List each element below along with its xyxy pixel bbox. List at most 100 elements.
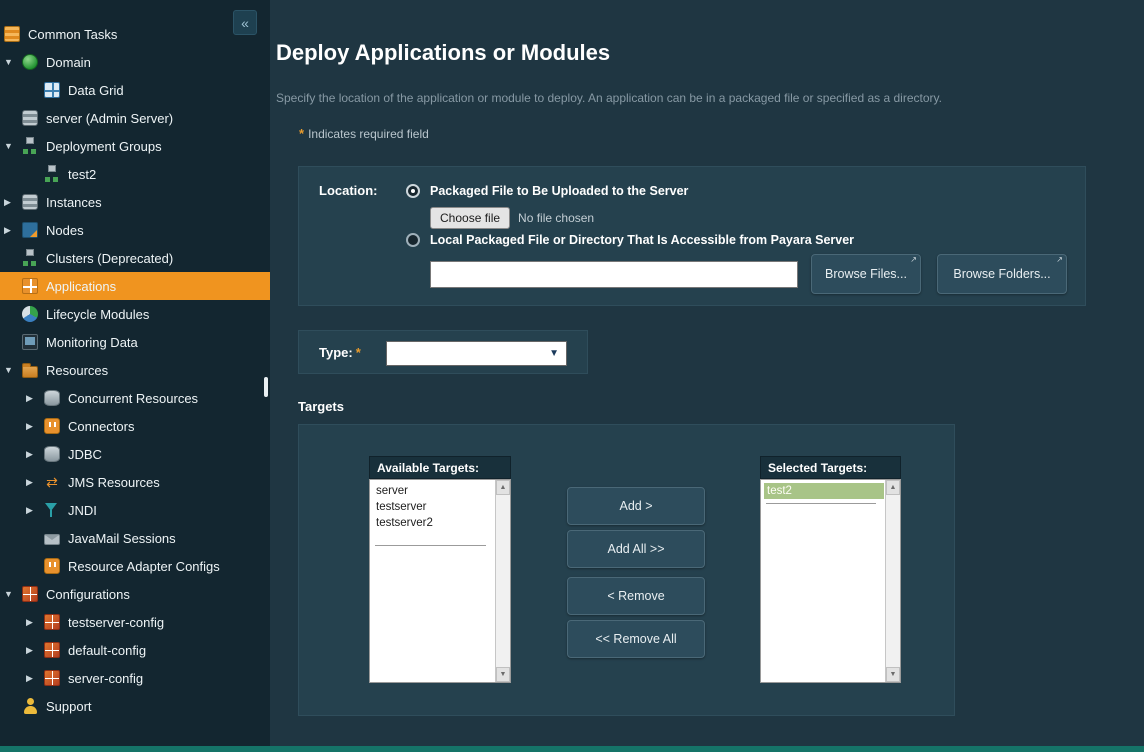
folder-icon — [22, 366, 38, 378]
tree-toggle-icon[interactable]: ▶ — [4, 197, 22, 208]
selected-targets-list[interactable]: test2 ▲ ▼ — [760, 479, 901, 683]
path-input[interactable] — [430, 261, 798, 288]
sidebar-item-label: JMS Resources — [68, 475, 160, 490]
sidebar-item-label: JDBC — [68, 447, 102, 462]
sidebar-item-label: server (Admin Server) — [46, 111, 173, 126]
required-star-icon: * — [356, 345, 361, 360]
upload-file-radio[interactable] — [406, 184, 420, 198]
local-option-label: Local Packaged File or Directory That Is… — [430, 233, 854, 247]
sidebar-item-data-grid[interactable]: Data Grid — [0, 76, 270, 104]
globe-icon — [22, 54, 38, 70]
sidebar-item-label: default-config — [68, 643, 146, 658]
sidebar-item-label: Data Grid — [68, 83, 124, 98]
sidebar-item-label: Lifecycle Modules — [46, 307, 149, 322]
sidebar-item-label: Common Tasks — [28, 27, 117, 42]
browse-folders-label: Browse Folders... — [953, 267, 1050, 281]
sidebar-item-testserver-config[interactable]: ▶ testserver-config — [0, 608, 270, 636]
file-upload-row: Choose file No file chosen — [430, 207, 594, 229]
list-divider — [766, 503, 876, 504]
tree-toggle-icon[interactable]: ▼ — [4, 141, 22, 151]
sidebar-item-clusters-deprecated[interactable]: Clusters (Deprecated) — [0, 244, 270, 272]
sidebar-item-jms-resources[interactable]: ▶ JMS Resources — [0, 468, 270, 496]
browse-folders-button[interactable]: Browse Folders... ↗ — [937, 254, 1067, 294]
target-option[interactable]: testserver — [373, 499, 494, 515]
sidebar-item-connectors[interactable]: ▶ Connectors — [0, 412, 270, 440]
tree-toggle-icon[interactable]: ▶ — [26, 421, 44, 432]
type-select[interactable]: ▼ — [386, 341, 567, 366]
required-note: *Indicates required field — [299, 126, 429, 141]
sidebar-item-lifecycle-modules[interactable]: Lifecycle Modules — [0, 300, 270, 328]
targets-buttons: Add > Add All >> < Remove << Remove All — [567, 487, 705, 663]
choose-file-button[interactable]: Choose file — [430, 207, 510, 229]
sidebar-item-default-config[interactable]: ▶ default-config — [0, 636, 270, 664]
sidebar-item-common-tasks[interactable]: Common Tasks — [0, 20, 270, 48]
tree-toggle-icon[interactable]: ▼ — [4, 589, 22, 599]
page-title: Deploy Applications or Modules — [276, 40, 610, 66]
mail-icon — [44, 534, 60, 545]
tree-toggle-icon[interactable]: ▶ — [4, 225, 22, 236]
monitor-icon — [22, 334, 38, 350]
add-button[interactable]: Add > — [567, 487, 705, 525]
page-description: Specify the location of the application … — [276, 91, 942, 105]
sidebar-item-support[interactable]: Support — [0, 692, 270, 720]
scroll-down-icon[interactable]: ▼ — [886, 667, 900, 682]
footer-accent-bar — [0, 746, 1144, 752]
sidebar-item-server-admin-server[interactable]: server (Admin Server) — [0, 104, 270, 132]
sidebar-item-jndi[interactable]: ▶ JNDI — [0, 496, 270, 524]
available-list-scrollbar[interactable]: ▲ ▼ — [495, 480, 510, 682]
scroll-track[interactable] — [496, 495, 510, 667]
tree-toggle-icon[interactable]: ▶ — [26, 505, 44, 516]
available-targets-list[interactable]: servertestservertestserver2 ▲ ▼ — [369, 479, 511, 683]
selected-list-scrollbar[interactable]: ▲ ▼ — [885, 480, 900, 682]
sidebar-item-instances[interactable]: ▶ Instances — [0, 188, 270, 216]
sidebar-item-label: test2 — [68, 167, 96, 182]
target-option[interactable]: testserver2 — [373, 515, 494, 531]
file-chosen-status: No file chosen — [518, 211, 594, 225]
grid-icon — [44, 82, 60, 98]
target-option[interactable]: test2 — [764, 483, 884, 499]
db-icon — [44, 446, 60, 462]
available-targets-label: Available Targets: — [369, 456, 511, 479]
sidebar-item-concurrent-resources[interactable]: ▶ Concurrent Resources — [0, 384, 270, 412]
tree-toggle-icon[interactable]: ▼ — [4, 365, 22, 375]
tree-toggle-icon[interactable]: ▼ — [4, 57, 22, 67]
tree-toggle-icon[interactable]: ▶ — [26, 449, 44, 460]
sidebar-item-nodes[interactable]: ▶ Nodes — [0, 216, 270, 244]
scroll-track[interactable] — [886, 495, 900, 667]
browse-files-label: Browse Files... — [825, 267, 907, 281]
browse-files-button[interactable]: Browse Files... ↗ — [811, 254, 921, 294]
remove-button[interactable]: < Remove — [567, 577, 705, 615]
sidebar-item-server-config[interactable]: ▶ server-config — [0, 664, 270, 692]
remove-all-button[interactable]: << Remove All — [567, 620, 705, 658]
tree-toggle-icon[interactable]: ▶ — [26, 393, 44, 404]
sidebar-item-configurations[interactable]: ▼ Configurations — [0, 580, 270, 608]
scroll-up-icon[interactable]: ▲ — [886, 480, 900, 495]
scroll-down-icon[interactable]: ▼ — [496, 667, 510, 682]
sidebar-item-resource-adapter-configs[interactable]: Resource Adapter Configs — [0, 552, 270, 580]
sidebar-item-deployment-groups[interactable]: ▼ Deployment Groups — [0, 132, 270, 160]
tree-toggle-icon[interactable]: ▶ — [26, 673, 44, 684]
scroll-up-icon[interactable]: ▲ — [496, 480, 510, 495]
tree-toggle-icon[interactable]: ▶ — [26, 617, 44, 628]
sidebar-item-domain[interactable]: ▼ Domain — [0, 48, 270, 76]
local-file-radio[interactable] — [406, 233, 420, 247]
sidebar-item-label: Monitoring Data — [46, 335, 138, 350]
target-option[interactable]: server — [373, 483, 494, 499]
funnel-icon — [44, 502, 60, 518]
sidebar-item-javamail-sessions[interactable]: JavaMail Sessions — [0, 524, 270, 552]
sidebar-item-monitoring-data[interactable]: Monitoring Data — [0, 328, 270, 356]
add-all-button[interactable]: Add All >> — [567, 530, 705, 568]
sidebar-item-resources[interactable]: ▼ Resources — [0, 356, 270, 384]
sidebar-item-test2[interactable]: test2 — [0, 160, 270, 188]
tree-toggle-icon[interactable]: ▶ — [26, 645, 44, 656]
sidebar-item-jdbc[interactable]: ▶ JDBC — [0, 440, 270, 468]
tree-toggle-icon[interactable]: ▶ — [26, 477, 44, 488]
config-icon — [44, 614, 60, 630]
dropdown-icon: ▼ — [549, 348, 566, 359]
sidebar-item-applications[interactable]: Applications — [0, 272, 270, 300]
collapse-sidebar-button[interactable]: « — [233, 10, 257, 35]
targets-heading: Targets — [298, 399, 344, 414]
type-label: Type: — [319, 345, 353, 360]
sidebar-scrollbar-thumb[interactable] — [264, 377, 268, 397]
list-divider — [375, 545, 486, 546]
